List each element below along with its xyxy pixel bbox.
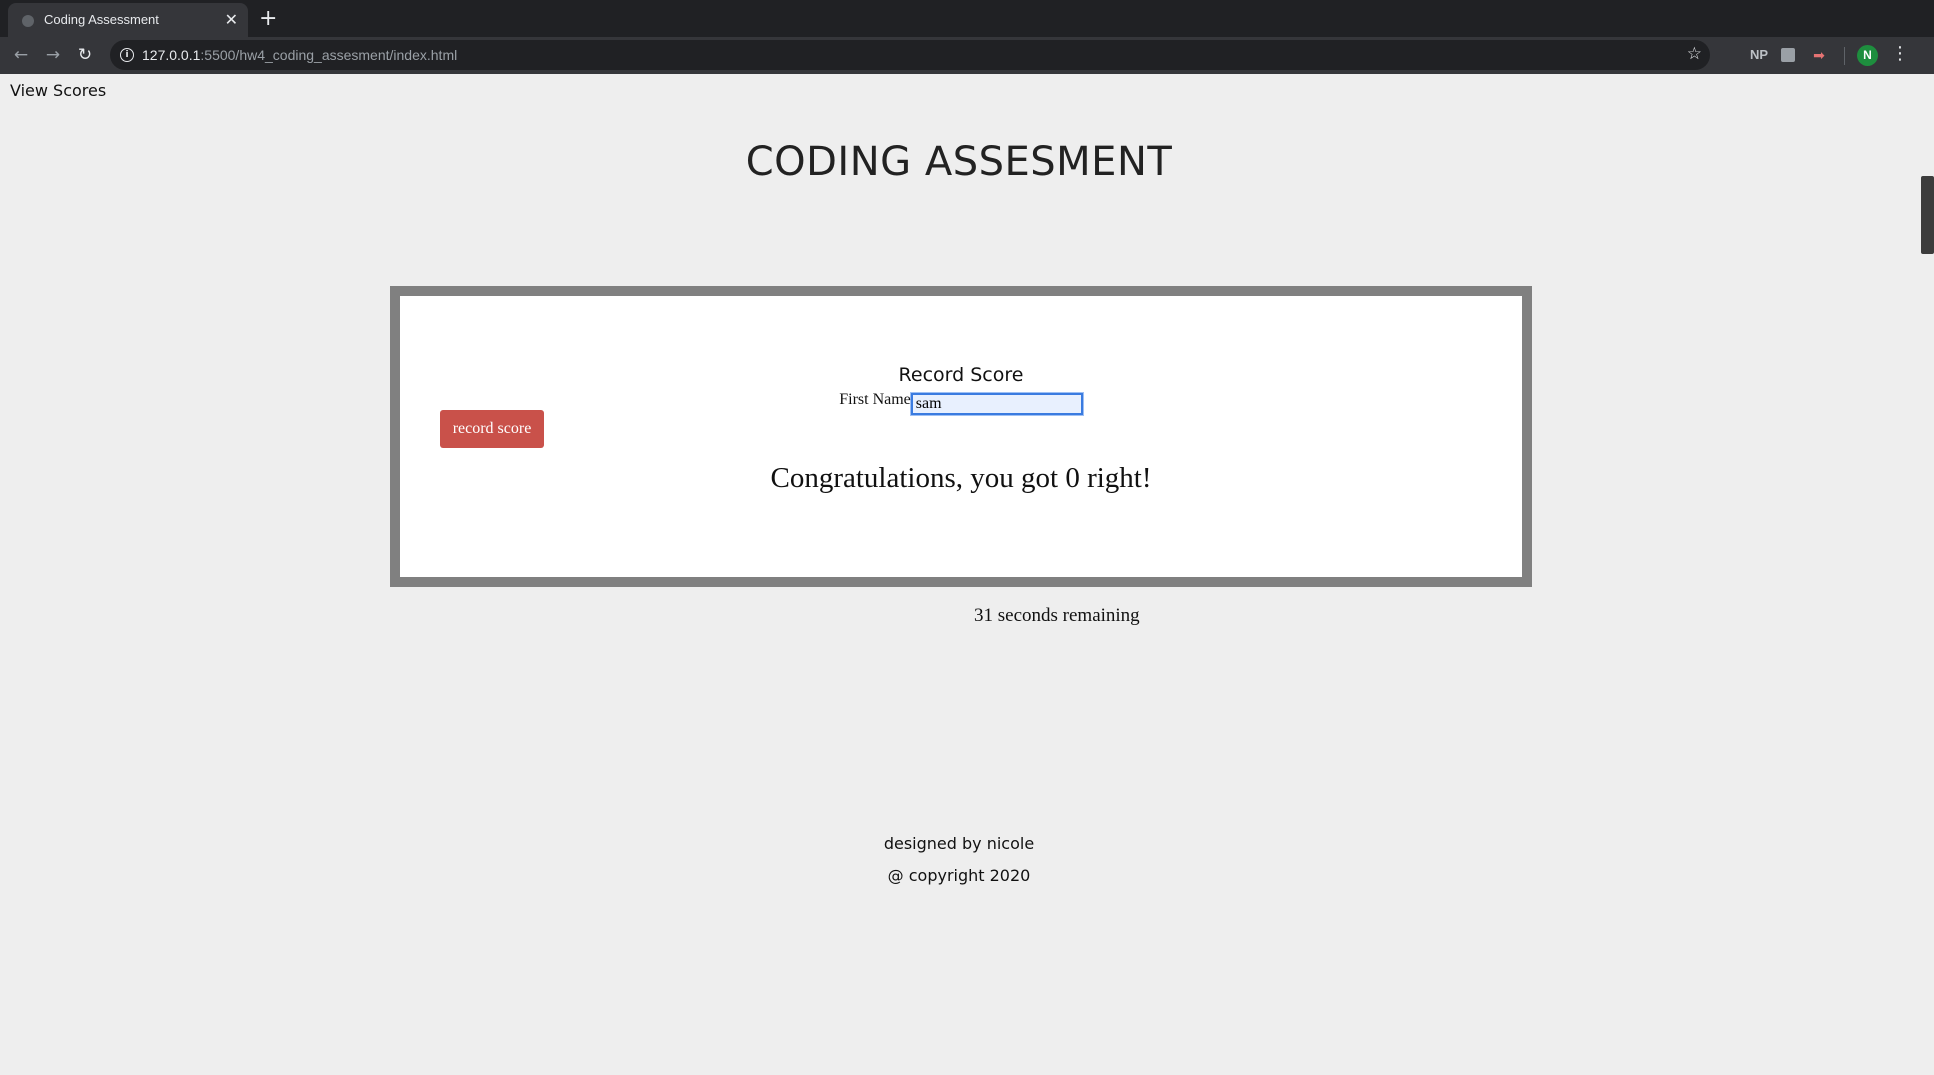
- tab-title: Coding Assessment: [44, 12, 159, 27]
- reload-icon[interactable]: ↻: [74, 44, 96, 66]
- url-host: 127.0.0.1: [142, 47, 201, 63]
- page-title: CODING ASSESMENT: [745, 139, 1173, 185]
- new-tab-button[interactable]: +: [259, 6, 277, 31]
- toolbar-divider: [1844, 47, 1845, 65]
- info-icon[interactable]: i: [120, 48, 134, 62]
- back-arrow-icon[interactable]: ←: [10, 44, 32, 66]
- footer-copyright: @ copyright 2020: [887, 866, 1031, 885]
- bookmark-star-icon[interactable]: ☆: [1687, 44, 1702, 64]
- first-name-input[interactable]: [910, 393, 1083, 415]
- globe-icon: [22, 15, 34, 27]
- profile-avatar[interactable]: N: [1857, 45, 1878, 66]
- forward-arrow-icon[interactable]: →: [42, 44, 64, 66]
- close-tab-icon[interactable]: ✕: [225, 10, 238, 29]
- extension-box-icon[interactable]: [1781, 48, 1795, 62]
- timer-text: 31 seconds remaining: [974, 605, 1140, 626]
- record-score-button[interactable]: record score: [440, 410, 544, 448]
- result-message: Congratulations, you got 0 right!: [770, 462, 1152, 494]
- view-scores-link[interactable]: View Scores: [10, 81, 106, 100]
- extension-arrow-icon[interactable]: ➡: [1810, 45, 1828, 65]
- np-extension-icon[interactable]: NP: [1748, 45, 1770, 65]
- browser-chrome: Coding Assessment ✕ + ← → ↻ i 127.0.0.1:…: [0, 0, 1934, 74]
- url-text[interactable]: 127.0.0.1:5500/hw4_coding_assesment/inde…: [142, 47, 457, 63]
- scrollbar-thumb[interactable]: [1921, 176, 1934, 254]
- first-name-row: First Name: [400, 391, 1522, 415]
- tab-strip: Coding Assessment ✕ +: [0, 0, 1934, 37]
- address-bar[interactable]: i 127.0.0.1:5500/hw4_coding_assesment/in…: [110, 40, 1710, 70]
- first-name-label: First Name: [839, 391, 911, 408]
- menu-dots-icon[interactable]: ⋮: [1890, 43, 1910, 64]
- url-path: :5500/hw4_coding_assesment/index.html: [200, 47, 458, 63]
- footer-designed-by: designed by nicole: [883, 834, 1035, 853]
- browser-tab[interactable]: Coding Assessment ✕: [8, 3, 248, 37]
- record-score-heading: Record Score: [898, 364, 1024, 386]
- browser-toolbar: ← → ↻ i 127.0.0.1:5500/hw4_coding_assesm…: [0, 37, 1934, 74]
- quiz-card: Record Score First Name record score Con…: [390, 286, 1532, 587]
